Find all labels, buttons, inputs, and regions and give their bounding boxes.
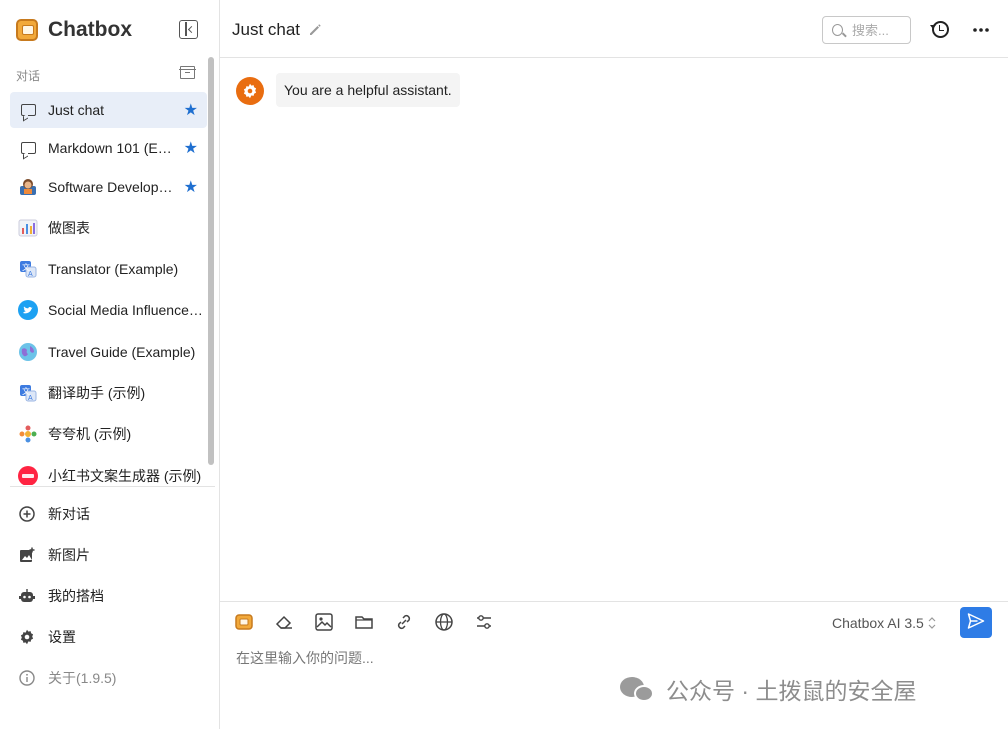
message-text[interactable]: You are a helpful assistant. [276,73,460,107]
conversation-item-markdown[interactable]: Markdown 101 (Example) ★ [10,130,207,166]
composer: Chatbox AI 3.5 [220,601,1008,729]
star-icon[interactable]: ★ [184,177,198,197]
xiaohongshu-avatar-icon [18,466,38,485]
system-message: You are a helpful assistant. [236,73,460,107]
conversation-label: 翻译助手 (示例) [48,385,146,401]
model-name: Chatbox AI 3.5 [832,615,924,631]
link-icon[interactable] [394,612,414,632]
robot-icon [18,587,36,605]
star-icon[interactable]: ★ [184,100,198,120]
model-selector[interactable]: Chatbox AI 3.5 [832,615,936,631]
my-copilots-label: 我的搭档 [48,588,104,604]
sidebar-divider [10,486,215,487]
sidebar: Chatbox 对话 Just chat ★ Markdown 101 (Exa… [0,0,220,729]
send-button[interactable] [960,607,992,638]
globe-avatar-icon [18,342,38,362]
conversation-item-translation-assistant[interactable]: 文A 翻译助手 (示例) [10,375,207,411]
chatbox-logo-icon [16,19,38,41]
watermark: 公众号 · 土拨鼠的安全屋 [620,672,916,706]
new-chat-label: 新对话 [48,506,90,522]
brand: Chatbox [16,16,132,44]
chart-avatar-icon [18,218,38,238]
eraser-icon[interactable] [274,612,294,632]
conversation-label: Social Media Influencer (Example) [48,302,207,318]
about-button[interactable]: 关于(1.9.5) [10,660,207,696]
conversation-label: 小红书文案生成器 (示例) [48,468,202,484]
globe-icon[interactable] [434,612,454,632]
watermark-text: 公众号 · 土拨鼠的安全屋 [666,678,917,704]
chatbox-logo-icon[interactable] [234,612,254,632]
search-icon [832,24,843,36]
conversation-label: 做图表 [48,220,90,236]
conversation-list: Just chat ★ Markdown 101 (Example) ★ Sof… [10,92,207,485]
conversation-item-chart[interactable]: 做图表 [10,210,207,246]
chat-header: Just chat [220,0,1008,58]
gear-icon [18,628,36,646]
chat-title: Just chat [232,20,301,39]
twitter-avatar-icon [18,300,38,320]
conversation-label: Markdown 101 (Example) [48,140,178,156]
new-chat-button[interactable]: 新对话 [10,496,207,532]
flower-avatar-icon [18,424,38,444]
developer-avatar-icon [18,177,38,197]
collapse-sidebar-icon[interactable] [179,20,198,39]
app-name: Chatbox [48,18,132,41]
search-input[interactable] [852,22,910,38]
svg-text:A: A [28,271,33,278]
settings-label: 设置 [48,629,76,645]
chevron-up-down-icon [928,617,936,629]
conversation-item-xiaohongshu[interactable]: 小红书文案生成器 (示例) [10,458,207,485]
new-image-label: 新图片 [48,547,90,563]
search-box[interactable] [822,16,911,44]
conversation-label: Travel Guide (Example) [48,344,196,360]
conversation-label: Software Developer (Example) [48,179,178,195]
svg-text:A: A [28,395,33,402]
about-label: 关于(1.9.5) [48,670,117,686]
archive-icon[interactable] [179,66,196,79]
sliders-icon[interactable] [474,612,494,632]
chat-bubble-icon [18,138,38,158]
conversations-section-label: 对话 [16,69,41,83]
my-copilots-button[interactable]: 我的搭档 [10,578,207,614]
pencil-icon[interactable] [308,23,322,37]
translator-avatar-icon: 文A [18,259,38,279]
plus-circle-icon [18,505,36,523]
info-icon [18,669,36,687]
conversation-label: Translator (Example) [48,261,179,277]
new-image-button[interactable]: 新图片 [10,537,207,573]
conversation-item-praise-bot[interactable]: 夸夸机 (示例) [10,416,207,452]
conversation-item-software-developer[interactable]: Software Developer (Example) ★ [10,169,207,205]
history-icon[interactable] [930,21,949,38]
settings-button[interactable]: 设置 [10,619,207,655]
send-icon [967,612,985,633]
folder-icon[interactable] [354,612,374,632]
sidebar-scrollbar[interactable] [208,57,214,465]
conversation-item-just-chat[interactable]: Just chat ★ [10,92,207,128]
system-settings-icon [236,77,264,105]
conversation-label: 夸夸机 (示例) [48,426,132,442]
translator-avatar-icon: 文A [18,383,38,403]
star-icon[interactable]: ★ [184,138,198,158]
conversation-item-translator[interactable]: 文A Translator (Example) [10,251,207,287]
conversation-item-travel-guide[interactable]: Travel Guide (Example) [10,334,207,370]
image-icon[interactable] [314,612,334,632]
conversation-item-social-media[interactable]: Social Media Influencer (Example) [10,292,207,328]
more-options-icon[interactable] [972,21,990,39]
wechat-icon [620,675,656,703]
add-image-icon [18,546,36,564]
conversation-label: Just chat [48,102,105,118]
chat-bubble-icon [18,100,38,120]
